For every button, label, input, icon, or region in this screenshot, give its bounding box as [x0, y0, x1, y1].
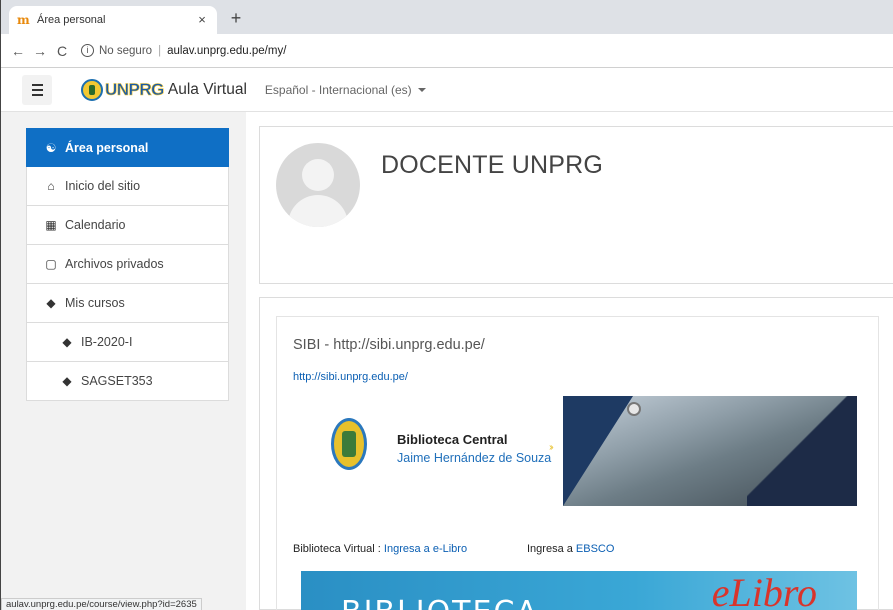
page: m Área personal × + ← → C i No seguro | … [0, 0, 893, 610]
nav-item-label: Mis cursos [65, 296, 125, 310]
nav-item-area-personal[interactable]: ☯ Área personal [26, 128, 229, 167]
security-label: No seguro [99, 44, 153, 57]
sibi-link[interactable]: http://sibi.unprg.edu.pe/ [293, 371, 408, 383]
hamburger-line [31, 93, 43, 96]
user-avatar[interactable] [276, 143, 360, 227]
virtual-library-line: Biblioteca Virtual : Ingresa a e-Libro [293, 543, 467, 555]
graduation-cap-icon: ◆ [62, 335, 72, 349]
tab-title: Área personal [37, 14, 106, 26]
url-separator: | [158, 44, 162, 57]
menu-toggle-button[interactable] [22, 74, 52, 105]
file-icon: ▢ [45, 257, 57, 271]
ebsco-line: Ingresa a EBSCO [527, 543, 614, 555]
new-tab-icon[interactable]: + [227, 9, 245, 27]
browser-tab-strip: m Área personal × + [1, 0, 893, 34]
nav-item-label: Área personal [65, 140, 149, 155]
hamburger-line [31, 83, 43, 86]
double-chevron-icon: ›› [549, 442, 553, 453]
nav-item-label: IB-2020-I [81, 335, 133, 349]
banner-title: Biblioteca Central [397, 432, 508, 447]
site-name: Aula Virtual [167, 80, 247, 98]
site-logo[interactable]: UNPRG Aula Virtual [81, 78, 247, 101]
virtual-library-label: Biblioteca Virtual : [293, 543, 384, 555]
ebsco-link[interactable]: EBSCO [576, 543, 615, 555]
language-label: Español - Internacional (es) [264, 82, 412, 97]
back-arrow-icon[interactable]: ← [7, 40, 29, 62]
html-block-card: SIBI - http://sibi.unprg.edu.pe/ http://… [259, 297, 893, 610]
nav-item-label: Inicio del sitio [65, 179, 141, 193]
banner-subtitle: Jaime Hernández de Souza [397, 451, 552, 465]
nav-item-course-ib-2020-i[interactable]: ◆ IB-2020-I [26, 323, 229, 362]
elibro-link[interactable]: Ingresa a e-Libro [384, 543, 467, 555]
url-input[interactable]: i No seguro | aulav.unprg.edu.pe/my/ [81, 38, 893, 64]
status-bar-url: aulav.unprg.edu.pe/course/view.php?id=26… [1, 598, 202, 610]
home-icon: ⌂ [47, 179, 55, 193]
nav-item-calendario[interactable]: ▦ Calendario [26, 206, 229, 245]
library-photo [563, 396, 857, 506]
hamburger-line [31, 88, 43, 91]
forward-arrow-icon[interactable]: → [29, 40, 51, 62]
nav-item-label: Calendario [65, 218, 126, 232]
unprg-seal-icon [331, 418, 367, 470]
language-menu[interactable]: Español - Internacional (es) [265, 83, 426, 97]
caret-down-icon [417, 87, 426, 92]
graduation-cap-icon: ◆ [46, 296, 56, 310]
graduation-cap-icon: ◆ [62, 374, 72, 388]
site-navbar: UNPRG Aula Virtual Español - Internacion… [1, 68, 893, 112]
elibro-brand: eLibro [711, 571, 817, 610]
nav-item-label: Archivos privados [65, 257, 164, 271]
logo-text: UNPRG [105, 79, 165, 99]
elibro-banner-text: BIBLIOTECA [341, 595, 539, 610]
nav-item-course-sagset353[interactable]: ◆ SAGSET353 [26, 362, 229, 401]
browser-address-bar: ← → C i No seguro | aulav.unprg.edu.pe/m… [1, 34, 893, 68]
biblioteca-banner[interactable]: Biblioteca Central Jaime Hernández de So… [301, 396, 857, 506]
info-icon[interactable]: i [81, 44, 94, 57]
clock-icon [627, 402, 641, 416]
block-title: SIBI - http://sibi.unprg.edu.pe/ [293, 337, 485, 353]
moodle-favicon-icon: m [17, 13, 30, 27]
nav-item-archivos-privados[interactable]: ▢ Archivos privados [26, 245, 229, 284]
ebsco-label: Ingresa a [527, 543, 576, 555]
nav-item-mis-cursos[interactable]: ◆ Mis cursos [26, 284, 229, 323]
dashboard-icon: ☯ [45, 140, 57, 155]
close-tab-icon[interactable]: × [195, 13, 209, 27]
nav-item-label: SAGSET353 [81, 374, 153, 388]
block-sibi: SIBI - http://sibi.unprg.edu.pe/ http://… [276, 316, 879, 610]
calendar-icon: ▦ [45, 218, 57, 232]
reload-icon[interactable]: C [51, 40, 73, 62]
browser-tab[interactable]: m Área personal × [9, 6, 217, 34]
unprg-seal-icon [81, 78, 103, 101]
nav-drawer: ☯ Área personal ⌂ Inicio del sitio ▦ Cal… [26, 128, 229, 401]
elibro-banner[interactable]: BIBLIOTECA eLibro [301, 571, 857, 610]
url-text: aulav.unprg.edu.pe/my/ [167, 44, 287, 57]
page-header-card: DOCENTE UNPRG [259, 126, 893, 284]
nav-item-inicio-del-sitio[interactable]: ⌂ Inicio del sitio [26, 167, 229, 206]
page-title: DOCENTE UNPRG [381, 151, 604, 179]
